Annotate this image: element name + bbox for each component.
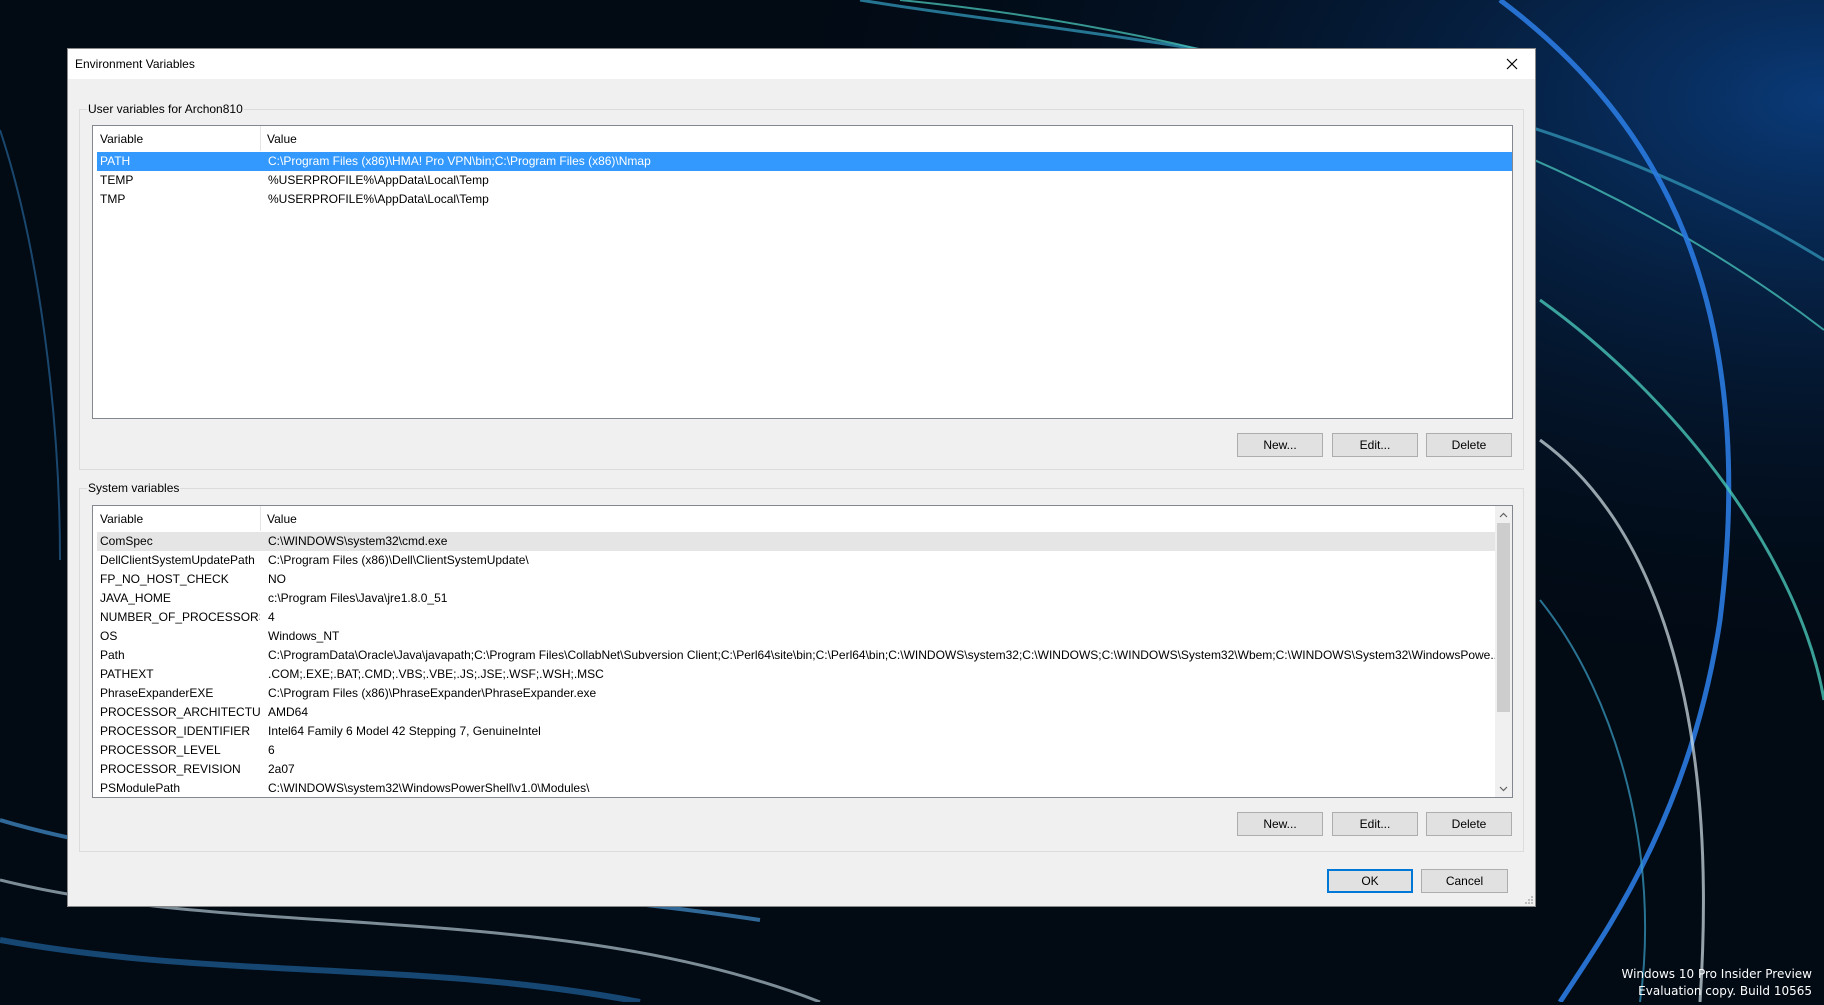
scroll-down-button[interactable] [1495, 780, 1512, 797]
variable-name: PATH [100, 154, 131, 168]
variable-value: C:\Program Files (x86)\PhraseExpander\Ph… [268, 686, 597, 700]
table-row[interactable]: PROCESSOR_IDENTIFIER Intel64 Family 6 Mod… [97, 722, 1495, 741]
variable-name: DellClientSystemUpdatePath [100, 553, 255, 567]
list-header: Variable Value [93, 506, 1512, 531]
chevron-up-icon [1499, 512, 1508, 517]
variable-name: TMP [100, 192, 126, 206]
watermark-line-2: Evaluation copy. Build 10565 [1638, 984, 1812, 998]
system-variables-list[interactable]: Variable Value ComSpec C:\WINDOWS\system3… [92, 505, 1513, 798]
table-row[interactable]: PhraseExpanderEXE C:\Program Files (x86)\… [97, 684, 1495, 703]
variable-name: TEMP [100, 173, 134, 187]
variable-name: PROCESSOR_IDENTIFIER [100, 724, 251, 738]
chevron-down-icon [1499, 786, 1508, 791]
user-variables-list[interactable]: Variable Value PATH C:\Program Files (x8… [92, 125, 1513, 419]
title-bar[interactable]: Environment Variables [68, 49, 1535, 79]
variable-value: %USERPROFILE%\AppData\Local\Temp [268, 173, 489, 187]
variable-value: NO [268, 572, 286, 586]
environment-variables-dialog: Environment Variables User variables for… [67, 48, 1536, 907]
variable-name: PATHEXT [100, 667, 154, 681]
user-delete-button[interactable]: Delete [1426, 433, 1512, 457]
close-icon [1506, 58, 1518, 70]
variable-name: NUMBER_OF_PROCESSORS [100, 610, 260, 624]
variable-value: C:\WINDOWS\system32\cmd.exe [268, 534, 448, 548]
system-edit-button[interactable]: Edit... [1332, 812, 1418, 836]
scrollbar-thumb[interactable] [1497, 523, 1510, 712]
table-row[interactable]: PSModulePath C:\WINDOWS\system32\WindowsP… [97, 779, 1495, 797]
ok-button[interactable]: OK [1327, 869, 1413, 893]
watermark-line-1: Windows 10 Pro Insider Preview [1621, 967, 1812, 981]
cancel-button[interactable]: Cancel [1421, 869, 1508, 893]
variable-value: Windows_NT [268, 629, 340, 643]
variable-name: OS [100, 629, 118, 643]
table-row[interactable]: DellClientSystemUpdatePath C:\Program Fil… [97, 551, 1495, 570]
user-edit-button[interactable]: Edit... [1332, 433, 1418, 457]
variable-name: PROCESSOR_LEVEL [100, 743, 221, 757]
column-header-variable[interactable]: Variable [93, 506, 261, 531]
table-row[interactable]: ComSpec C:\WINDOWS\system32\cmd.exe [97, 532, 1495, 551]
table-row[interactable]: PATHEXT .COM;.EXE;.BAT;.CMD;.VBS;.VBE;.JS… [97, 665, 1495, 684]
variable-value: AMD64 [268, 705, 309, 719]
variable-value: 6 [268, 743, 275, 757]
list-header: Variable Value [93, 126, 1512, 151]
table-row[interactable]: PATH C:\Program Files (x86)\HMA! Pro VPN… [97, 152, 1512, 171]
user-variables-label: User variables for Archon810 [87, 102, 244, 116]
variable-value: C:\Program Files (x86)\Dell\ClientSystem… [268, 553, 529, 567]
table-row[interactable]: JAVA_HOME c:\Program Files\Java\jre1.8.0_… [97, 589, 1495, 608]
table-row[interactable]: PROCESSOR_ARCHITECTURE AMD64 [97, 703, 1495, 722]
variable-value: .COM;.EXE;.BAT;.CMD;.VBS;.VBE;.JS;.JSE;.… [268, 667, 604, 681]
variable-name: PSModulePath [100, 781, 181, 795]
variable-name: PROCESSOR_ARCHITECTURE [100, 705, 260, 719]
variable-value: C:\WINDOWS\system32\WindowsPowerShell\v1… [268, 781, 590, 795]
user-new-button[interactable]: New... [1237, 433, 1323, 457]
variable-name: PhraseExpanderEXE [100, 686, 214, 700]
table-row[interactable]: Path C:\ProgramData\Oracle\Java\javapath;… [97, 646, 1500, 665]
variable-name: ComSpec [100, 534, 153, 548]
column-header-variable[interactable]: Variable [93, 126, 261, 151]
variable-name: FP_NO_HOST_CHECK [100, 572, 229, 586]
table-row[interactable]: NUMBER_OF_PROCESSORS 4 [97, 608, 1495, 627]
system-new-button[interactable]: New... [1237, 812, 1323, 836]
dialog-title: Environment Variables [75, 57, 195, 71]
resize-grip-icon[interactable] [1524, 895, 1534, 905]
system-variables-label: System variables [87, 481, 181, 495]
variable-value: %USERPROFILE%\AppData\Local\Temp [268, 192, 489, 206]
close-button[interactable] [1489, 49, 1535, 79]
table-row[interactable]: TMP %USERPROFILE%\AppData\Local\Temp [97, 190, 1512, 209]
table-row[interactable]: TEMP %USERPROFILE%\AppData\Local\Temp [97, 171, 1512, 190]
variable-value: 2a07 [268, 762, 295, 776]
table-row[interactable]: OS Windows_NT [97, 627, 1495, 646]
table-row[interactable]: PROCESSOR_LEVEL 6 [97, 741, 1495, 760]
variable-value: c:\Program Files\Java\jre1.8.0_51 [268, 591, 448, 605]
variable-value: 4 [268, 610, 275, 624]
table-row[interactable]: FP_NO_HOST_CHECK NO [97, 570, 1495, 589]
scroll-up-button[interactable] [1495, 506, 1512, 523]
system-delete-button[interactable]: Delete [1426, 812, 1512, 836]
variable-name: JAVA_HOME [100, 591, 171, 605]
table-row[interactable]: PROCESSOR_REVISION 2a07 [97, 760, 1495, 779]
variable-name: Path [100, 648, 125, 662]
vertical-scrollbar[interactable] [1495, 506, 1512, 797]
variable-value: Intel64 Family 6 Model 42 Stepping 7, Ge… [268, 724, 541, 738]
variable-value: C:\Program Files (x86)\HMA! Pro VPN\bin;… [268, 154, 651, 168]
windows-watermark: Windows 10 Pro Insider Preview Evaluatio… [1621, 966, 1812, 1000]
variable-name: PROCESSOR_REVISION [100, 762, 241, 776]
variable-value: C:\ProgramData\Oracle\Java\javapath;C:\P… [268, 648, 1501, 662]
